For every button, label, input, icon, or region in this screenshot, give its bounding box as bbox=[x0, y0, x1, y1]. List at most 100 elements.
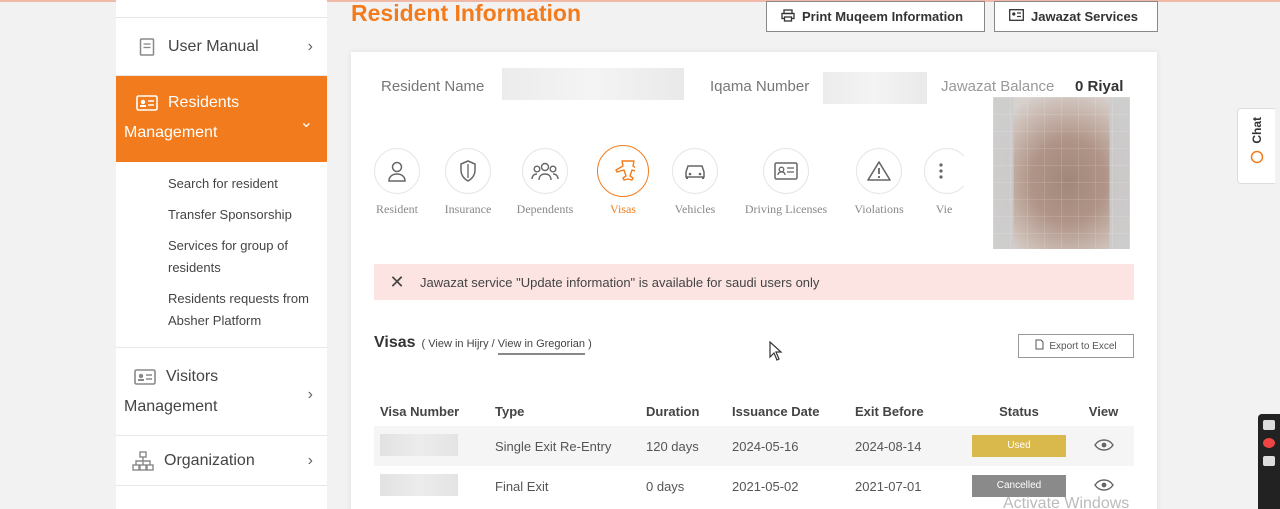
submenu-absher-requests[interactable]: Residents requests from Absher Platform bbox=[168, 288, 318, 332]
redacted-photo bbox=[993, 97, 1130, 249]
jawazat-services-label: Jawazat Services bbox=[1031, 9, 1138, 24]
cell-status: Used bbox=[965, 435, 1073, 457]
shield-icon bbox=[445, 148, 491, 194]
print-muqeem-button[interactable]: Print Muqeem Information bbox=[766, 1, 985, 32]
resident-name-label: Resident Name bbox=[381, 78, 485, 95]
group-icon bbox=[522, 148, 568, 194]
tab-label: Resident bbox=[376, 202, 418, 216]
warning-icon bbox=[856, 148, 902, 194]
open-paren: ( bbox=[421, 338, 426, 350]
sidebar-item-visitors-management[interactable]: Visitors Management › bbox=[116, 348, 327, 436]
tab-vehicles[interactable]: Vehicles bbox=[669, 148, 721, 217]
license-card-icon bbox=[763, 148, 809, 194]
jawazat-balance-label: Jawazat Balance bbox=[941, 78, 1055, 95]
visa-number-redacted bbox=[374, 473, 495, 499]
tab-label: Driving Licenses bbox=[744, 202, 828, 216]
tab-label: Vehicles bbox=[674, 202, 716, 216]
col-issuance-date: Issuance Date bbox=[732, 403, 820, 419]
jawazat-services-button[interactable]: Jawazat Services bbox=[994, 1, 1158, 32]
tab-label: Violations bbox=[854, 202, 904, 216]
iqama-number-redacted bbox=[823, 72, 927, 104]
plane-icon bbox=[597, 145, 649, 197]
tab-label: Dependents bbox=[516, 202, 574, 216]
submenu-transfer-sponsorship[interactable]: Transfer Sponsorship bbox=[168, 204, 318, 226]
sidebar-top-spacer bbox=[116, 0, 327, 18]
submenu-search-resident[interactable]: Search for resident bbox=[168, 173, 318, 195]
col-visa-number: Visa Number bbox=[380, 403, 460, 419]
chat-tab[interactable]: Chat bbox=[1237, 108, 1275, 184]
chevron-down-icon: ⌄ bbox=[299, 114, 313, 131]
tab-label: Vie bbox=[935, 202, 953, 216]
resident-name-redacted bbox=[502, 68, 684, 100]
id-card-icon bbox=[136, 94, 158, 112]
sidebar-item-label: Residents bbox=[168, 94, 240, 111]
export-to-excel-button[interactable]: Export to Excel bbox=[1018, 334, 1134, 358]
tab-visas[interactable]: Visas bbox=[596, 145, 650, 217]
cell-duration: 0 days bbox=[646, 478, 685, 494]
record-icon[interactable] bbox=[1263, 438, 1275, 448]
cell-issuance: 2024-05-16 bbox=[732, 438, 799, 454]
col-view: View bbox=[1088, 403, 1119, 419]
close-icon[interactable]: ✕ bbox=[374, 272, 420, 293]
sidebar-item-label: User Manual bbox=[168, 37, 259, 55]
cell-type: Single Exit Re-Entry bbox=[495, 438, 612, 454]
col-type: Type bbox=[495, 403, 525, 419]
col-duration: Duration bbox=[646, 403, 700, 419]
car-icon bbox=[672, 148, 718, 194]
tab-violations[interactable]: Violations bbox=[850, 148, 908, 217]
printer-icon bbox=[781, 8, 795, 25]
cell-issuance: 2021-05-02 bbox=[732, 478, 799, 494]
tab-insurance[interactable]: Insurance bbox=[441, 148, 495, 217]
sidebar-item-residents-management[interactable]: Residents Management ⌄ bbox=[116, 76, 327, 162]
tab-driving-licenses[interactable]: Driving Licenses bbox=[738, 148, 834, 217]
document-icon bbox=[1035, 339, 1044, 353]
mouse-cursor-icon bbox=[769, 340, 783, 366]
id-card-icon bbox=[1009, 9, 1024, 24]
tab-label: Visas bbox=[610, 202, 636, 216]
eye-icon[interactable] bbox=[1073, 478, 1134, 494]
tab-view[interactable]: Vie bbox=[924, 148, 964, 217]
page-title: Resident Information bbox=[351, 0, 582, 26]
col-status: Status bbox=[999, 403, 1039, 419]
status-badge: Used bbox=[972, 435, 1066, 457]
book-icon bbox=[136, 37, 158, 56]
org-chart-icon bbox=[132, 450, 154, 471]
chevron-right-icon: › bbox=[307, 451, 313, 469]
calendar-links: ( View in Hijry / View in Gregorian ) bbox=[421, 338, 592, 355]
visa-number-redacted bbox=[374, 433, 495, 459]
table-header: Visa Number Type Duration Issuance Date … bbox=[374, 396, 1134, 426]
jawazat-balance-value: 0 Riyal bbox=[1075, 78, 1124, 95]
link-separator: / bbox=[491, 338, 495, 350]
tab-dependents[interactable]: Dependents bbox=[512, 148, 578, 217]
cell-type: Final Exit bbox=[495, 478, 549, 494]
chevron-right-icon: › bbox=[307, 386, 313, 403]
microphone-icon[interactable] bbox=[1263, 456, 1275, 466]
chat-bubble-icon bbox=[1250, 150, 1264, 169]
sidebar: User Manual › Residents Management ⌄ Sea… bbox=[116, 0, 327, 509]
sidebar-item-label: Organization bbox=[164, 451, 255, 469]
camera-icon[interactable] bbox=[1263, 420, 1275, 430]
col-exit-before: Exit Before bbox=[855, 403, 924, 419]
screen-recorder-toolbar bbox=[1258, 414, 1280, 509]
alert-message: Jawazat service "Update information" is … bbox=[420, 274, 820, 290]
sidebar-item-label-line2: Management bbox=[124, 398, 218, 415]
iqama-number-label: Iqama Number bbox=[710, 78, 810, 95]
view-gregorian-link[interactable]: View in Gregorian bbox=[497, 338, 585, 355]
sidebar-item-label: Visitors bbox=[166, 368, 219, 385]
eye-icon[interactable] bbox=[1073, 438, 1134, 454]
visas-header: Visas ( View in Hijry / View in Gregoria… bbox=[374, 334, 592, 355]
submenu-group-services[interactable]: Services for group of residents bbox=[168, 235, 318, 279]
sidebar-item-user-manual[interactable]: User Manual › bbox=[116, 18, 327, 76]
tab-resident[interactable]: Resident bbox=[371, 148, 423, 217]
info-alert: ✕ Jawazat service "Update information" i… bbox=[374, 264, 1134, 300]
cell-exit-before: 2024-08-14 bbox=[855, 438, 922, 454]
view-hijri-link[interactable]: View in Hijry bbox=[428, 338, 488, 350]
tab-label: Insurance bbox=[444, 202, 492, 216]
status-badge: Cancelled bbox=[972, 475, 1066, 497]
cell-exit-before: 2021-07-01 bbox=[855, 478, 922, 494]
print-muqeem-label: Print Muqeem Information bbox=[802, 9, 964, 24]
activate-windows-watermark: Activate Windows bbox=[1003, 495, 1130, 509]
sidebar-item-organization[interactable]: Organization › bbox=[116, 436, 327, 486]
residents-submenu: Search for resident Transfer Sponsorship… bbox=[116, 162, 327, 348]
table-row: Single Exit Re-Entry 120 days 2024-05-16… bbox=[374, 426, 1134, 466]
